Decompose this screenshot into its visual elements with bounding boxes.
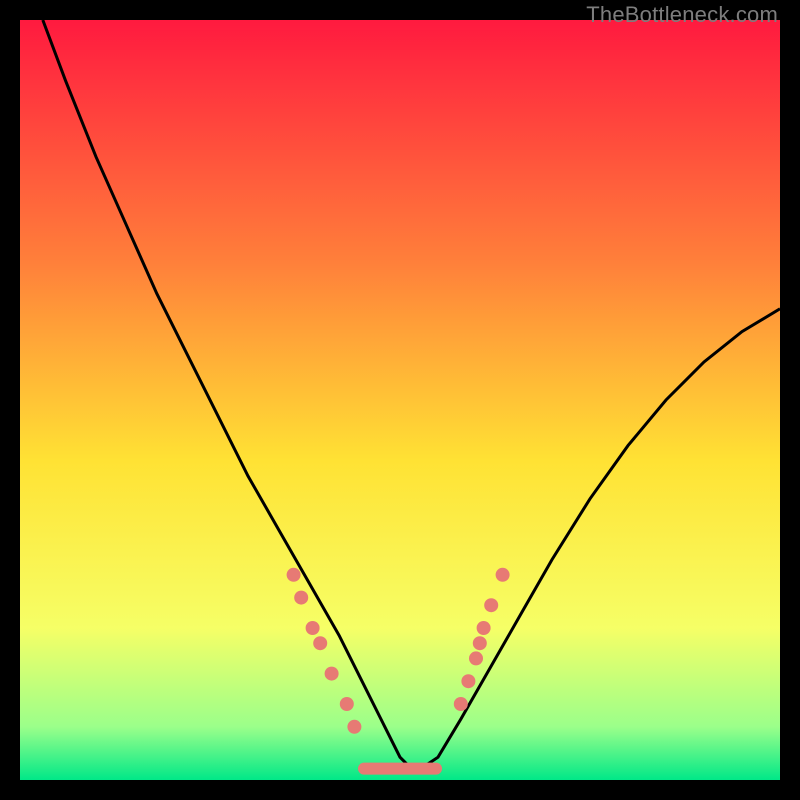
data-point (306, 621, 320, 635)
data-point (340, 697, 354, 711)
data-point (496, 568, 510, 582)
data-point (473, 636, 487, 650)
data-point (469, 651, 483, 665)
data-point (461, 674, 475, 688)
chart-frame (20, 20, 780, 780)
data-point (313, 636, 327, 650)
data-point (287, 568, 301, 582)
data-point (294, 591, 308, 605)
bottleneck-chart (20, 20, 780, 780)
data-point (454, 697, 468, 711)
optimal-zone-marker (358, 763, 442, 775)
data-point (325, 667, 339, 681)
data-point (484, 598, 498, 612)
watermark-text: TheBottleneck.com (586, 2, 778, 28)
data-point (347, 720, 361, 734)
data-point (477, 621, 491, 635)
